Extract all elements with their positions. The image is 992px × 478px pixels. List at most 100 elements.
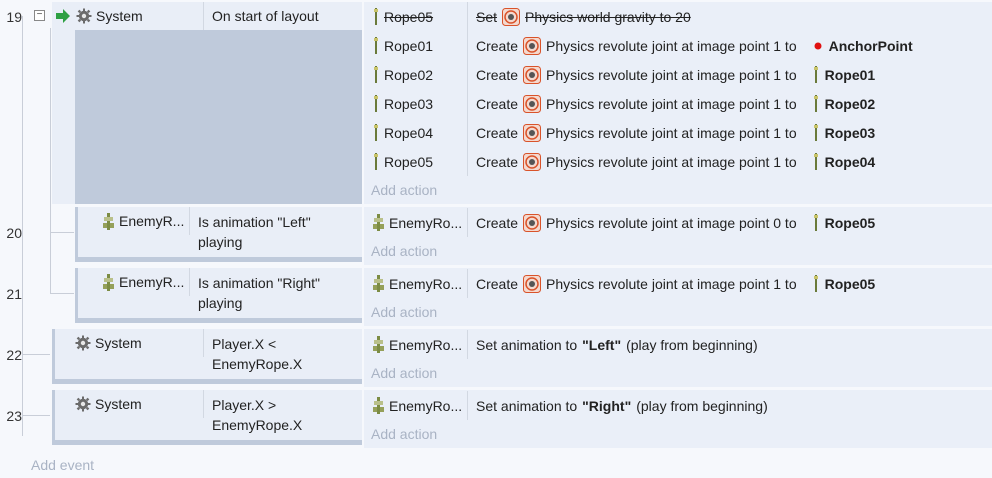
condition-row[interactable]: System On start of layout	[52, 2, 362, 30]
action-object[interactable]: EnemyRo...	[364, 330, 468, 359]
condition-object[interactable]: EnemyR...	[78, 207, 190, 235]
condition-object-name: EnemyR...	[119, 274, 185, 290]
action-row[interactable]: EnemyRo... Set animation to "Left" (play…	[364, 330, 992, 359]
add-action-link[interactable]: Add action	[371, 182, 437, 198]
tree-branch	[50, 293, 74, 294]
action-row[interactable]: Rope03 Create Physics revolute joint at …	[364, 89, 992, 118]
add-action-link[interactable]: Add action	[371, 426, 437, 442]
rope-sprite-icon	[813, 66, 818, 83]
condition-text[interactable]: Player.X < EnemyRope.X	[204, 329, 302, 374]
action-text[interactable]: Create Physics revolute joint at image p…	[468, 123, 875, 142]
action-verb: Create	[476, 66, 519, 83]
physics-behavior-icon	[523, 123, 542, 142]
condition-object[interactable]: System	[55, 390, 204, 418]
action-description: Set animation to	[476, 336, 578, 353]
condition-text-line: playing	[198, 234, 243, 250]
action-text[interactable]: Create Physics revolute joint at image p…	[468, 65, 875, 84]
condition-text[interactable]: Player.X > EnemyRope.X	[204, 390, 302, 435]
condition-text-line: Is animation "Right"	[198, 275, 320, 291]
action-row[interactable]: EnemyRo... Create Physics revolute joint…	[364, 269, 992, 298]
event-21-conditions[interactable]: EnemyR... Is animation "Right" playing	[75, 268, 362, 323]
red-dot-icon	[814, 42, 822, 49]
event-22-conditions[interactable]: System Player.X < EnemyRope.X	[52, 329, 362, 384]
event-20-actions[interactable]: EnemyRo... Create Physics revolute joint…	[364, 207, 992, 265]
add-action-link[interactable]: Add action	[371, 243, 437, 259]
physics-behavior-icon	[523, 36, 542, 55]
condition-object[interactable]: System	[52, 2, 204, 30]
event-20-conditions[interactable]: EnemyR... Is animation "Left" playing	[75, 207, 362, 262]
action-object[interactable]: Rope03	[364, 89, 468, 118]
action-object-name: Rope04	[384, 124, 434, 141]
action-object[interactable]: Rope05	[364, 147, 468, 176]
condition-object-name: System	[95, 335, 142, 351]
action-text[interactable]: Create Physics revolute joint at image p…	[468, 152, 875, 171]
add-action-link[interactable]: Add action	[371, 365, 437, 381]
condition-row[interactable]: EnemyR... Is animation "Left" playing	[78, 207, 362, 257]
event-19-conditions[interactable]: System On start of layout	[52, 2, 362, 204]
action-text[interactable]: Set Physics world gravity to 20	[468, 7, 691, 26]
action-text[interactable]: Create Physics revolute joint at image p…	[468, 274, 875, 293]
action-description: Physics revolute joint at image point 1 …	[546, 95, 797, 112]
action-object[interactable]: EnemyRo...	[364, 208, 468, 237]
condition-object-name: System	[95, 396, 142, 412]
event-23-conditions[interactable]: System Player.X > EnemyRope.X	[52, 390, 362, 445]
action-object[interactable]: EnemyRo...	[364, 391, 468, 420]
action-row[interactable]: Rope05 Set Physics world gravity to 20	[364, 2, 992, 31]
action-object[interactable]: Rope04	[364, 118, 468, 147]
action-target: Rope02	[824, 95, 876, 112]
enemy-rope-sprite-icon	[373, 336, 384, 353]
action-row[interactable]: Rope02 Create Physics revolute joint at …	[364, 60, 992, 89]
action-target: Rope05	[824, 275, 876, 292]
add-action-link[interactable]: Add action	[371, 304, 437, 320]
action-object[interactable]: Rope02	[364, 60, 468, 89]
action-object-name: Rope01	[384, 37, 434, 54]
add-event-link[interactable]: Add event	[31, 457, 94, 473]
action-text[interactable]: Set animation to "Right" (play from begi…	[468, 398, 768, 414]
action-row[interactable]: Rope04 Create Physics revolute joint at …	[364, 118, 992, 147]
action-object[interactable]: Rope05	[364, 2, 468, 31]
action-row[interactable]: EnemyRo... Create Physics revolute joint…	[364, 208, 992, 237]
condition-text[interactable]: On start of layout	[204, 2, 319, 30]
action-text[interactable]: Create Physics revolute joint at image p…	[468, 36, 913, 55]
tree-line	[22, 16, 23, 436]
event-23-actions[interactable]: EnemyRo... Set animation to "Right" (pla…	[364, 390, 992, 448]
action-text[interactable]: Create Physics revolute joint at image p…	[468, 213, 875, 232]
event-number: 20	[6, 225, 22, 241]
action-description: Physics revolute joint at image point 1 …	[546, 124, 797, 141]
event-19-actions[interactable]: Rope05 Set Physics world gravity to 20 R…	[364, 2, 992, 204]
action-object[interactable]: EnemyRo...	[364, 269, 468, 298]
condition-row[interactable]: System Player.X < EnemyRope.X	[55, 329, 362, 379]
event-22-actions[interactable]: EnemyRo... Set animation to "Left" (play…	[364, 329, 992, 387]
condition-text[interactable]: Is animation "Right" playing	[190, 268, 320, 313]
action-row[interactable]: Rope01 Create Physics revolute joint at …	[364, 31, 992, 60]
physics-behavior-icon	[523, 213, 542, 232]
action-text[interactable]: Set animation to "Left" (play from begin…	[468, 337, 758, 353]
enemy-rope-sprite-icon	[373, 275, 384, 292]
action-row[interactable]: EnemyRo... Set animation to "Right" (pla…	[364, 391, 992, 420]
condition-object[interactable]: EnemyR...	[78, 268, 190, 296]
condition-object-name: System	[96, 8, 143, 24]
rope-sprite-icon	[374, 37, 378, 54]
condition-row[interactable]: EnemyR... Is animation "Right" playing	[78, 268, 362, 318]
condition-row[interactable]: System Player.X > EnemyRope.X	[55, 390, 362, 440]
tree-line	[50, 28, 51, 294]
collapse-toggle[interactable]: −	[34, 10, 45, 21]
action-text[interactable]: Create Physics revolute joint at image p…	[468, 94, 875, 113]
condition-object-name: EnemyR...	[119, 213, 185, 229]
action-object[interactable]: Rope01	[364, 31, 468, 60]
physics-behavior-icon	[523, 152, 542, 171]
action-target: Rope05	[824, 214, 876, 231]
action-description: Physics revolute joint at image point 1 …	[546, 66, 797, 83]
condition-object[interactable]: System	[55, 329, 204, 357]
event-21-actions[interactable]: EnemyRo... Create Physics revolute joint…	[364, 268, 992, 326]
action-description: Set animation to	[476, 397, 578, 414]
event-number: 22	[6, 347, 22, 363]
action-description: Physics revolute joint at image point 1 …	[546, 275, 797, 292]
action-description: Physics revolute joint at image point 1 …	[546, 37, 797, 54]
enemy-rope-sprite-icon	[373, 397, 384, 414]
tree-branch	[22, 415, 50, 416]
action-row[interactable]: Rope05 Create Physics revolute joint at …	[364, 147, 992, 176]
action-suffix: (play from beginning)	[626, 336, 758, 353]
condition-text-line: playing	[198, 295, 243, 311]
condition-text[interactable]: Is animation "Left" playing	[190, 207, 311, 252]
